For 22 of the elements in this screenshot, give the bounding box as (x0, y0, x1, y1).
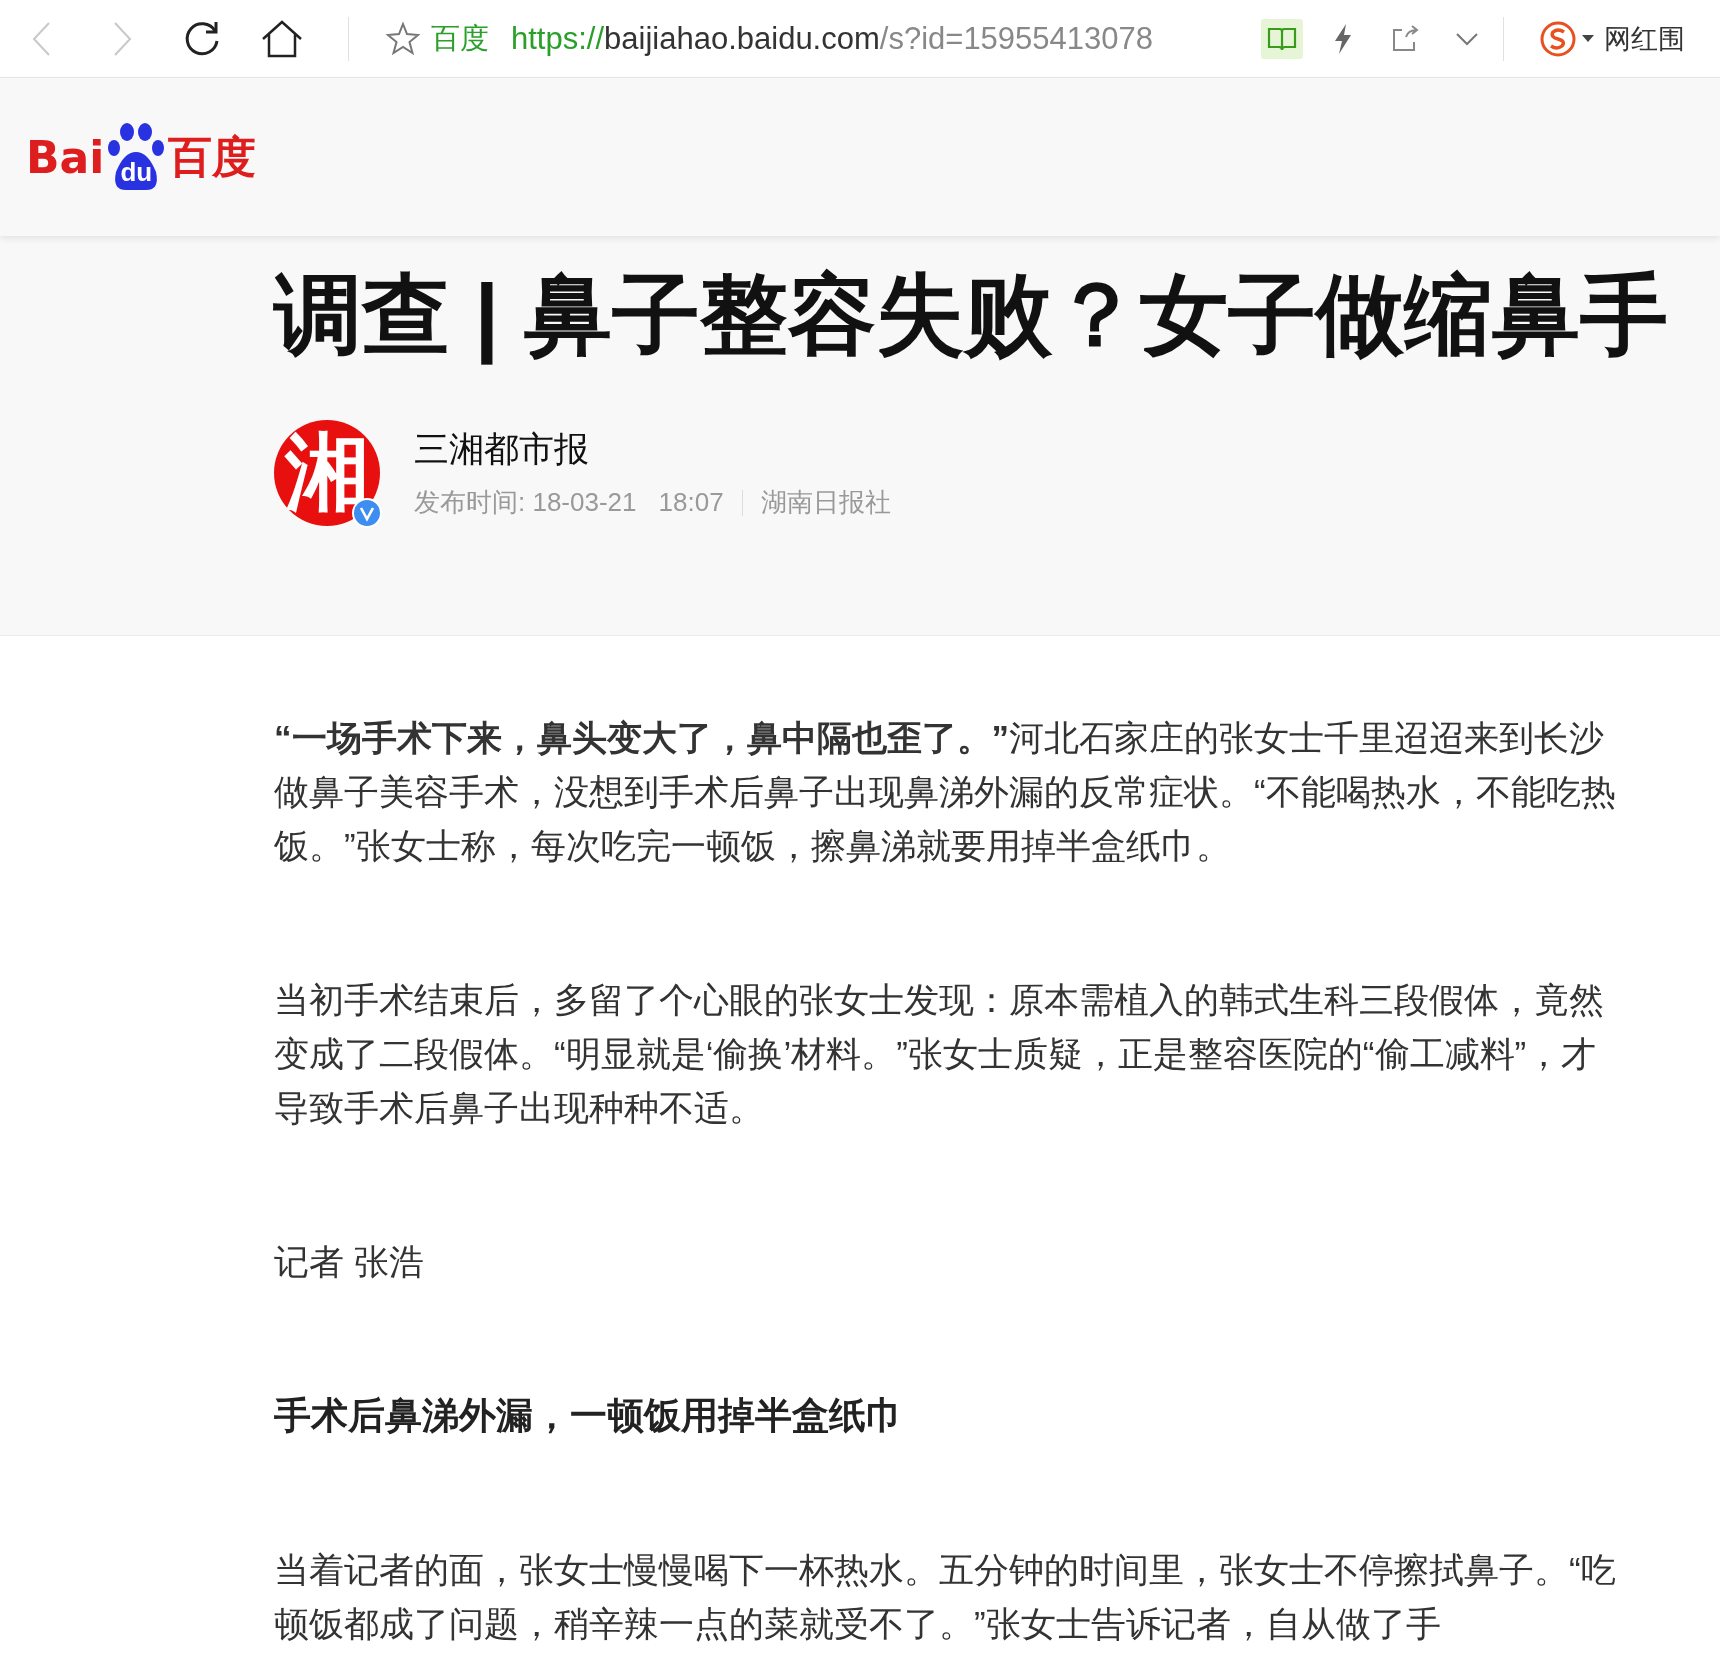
section-heading: 手术后鼻涕外漏，一顿饭用掉半盒纸巾 (274, 1394, 904, 1438)
chevron-left-icon (31, 20, 53, 57)
article-paragraph: 记者 张浩 (274, 1241, 425, 1283)
address-bar[interactable]: https://baijiahao.baidu.com/s?id=15955413078 (511, 20, 1241, 57)
chevron-right-icon (111, 20, 133, 57)
caret-icon[interactable] (1582, 34, 1594, 43)
paw-logo: du (106, 122, 167, 192)
article-paragraph: “一场手术下来，鼻头变大了，鼻中隔也歪了。”河北石家庄的张女士千里迢迢来到长沙做鼻子美容手术，没想到手术后鼻子出现鼻涕外漏的反常症状。“不能喝热水，不能吃热饭。”张女士称，每次吃完一顿饭，擦鼻涕就要用掉半盒纸巾。 (274, 717, 1617, 867)
logo-text: 百度 (168, 129, 257, 184)
source-name: 湖南日报社 (760, 486, 891, 519)
publish-time: 18:07 (658, 487, 724, 518)
logo-text: Bai (26, 131, 105, 183)
reader-mode-button[interactable] (1261, 18, 1303, 59)
home-icon (260, 18, 304, 59)
site-label: 百度 (431, 20, 489, 56)
author-name[interactable]: 三湘都市报 (414, 426, 891, 473)
author-avatar: 湘 (274, 420, 380, 526)
article-paragraph: 当初手术结束后，多留了个心眼的张女士发现：原本需植入的韩式生科三段假体，竟然变成了二段假体。“明显就是‘偷换’材料。”张女士质疑，正是整容医院的“偷工减料”，才导致手术后鼻子出现种种不适。 (274, 979, 1605, 1129)
article-title: 调查 | 鼻子整容失败？女子做缩鼻手 (274, 264, 1669, 367)
search-text[interactable]: 网红围 (1604, 20, 1685, 57)
publish-date: 发布时间: 18-03-21 (414, 486, 637, 519)
article-paragraph: 当着记者的面，张女士慢慢喝下一杯热水。五分钟的时间里，张女士不停擦拭鼻子。“吃顿饭都成了问题，稍辛辣一点的菜就受不了。”张女士告诉记者，自从做了手 (274, 1549, 1617, 1645)
